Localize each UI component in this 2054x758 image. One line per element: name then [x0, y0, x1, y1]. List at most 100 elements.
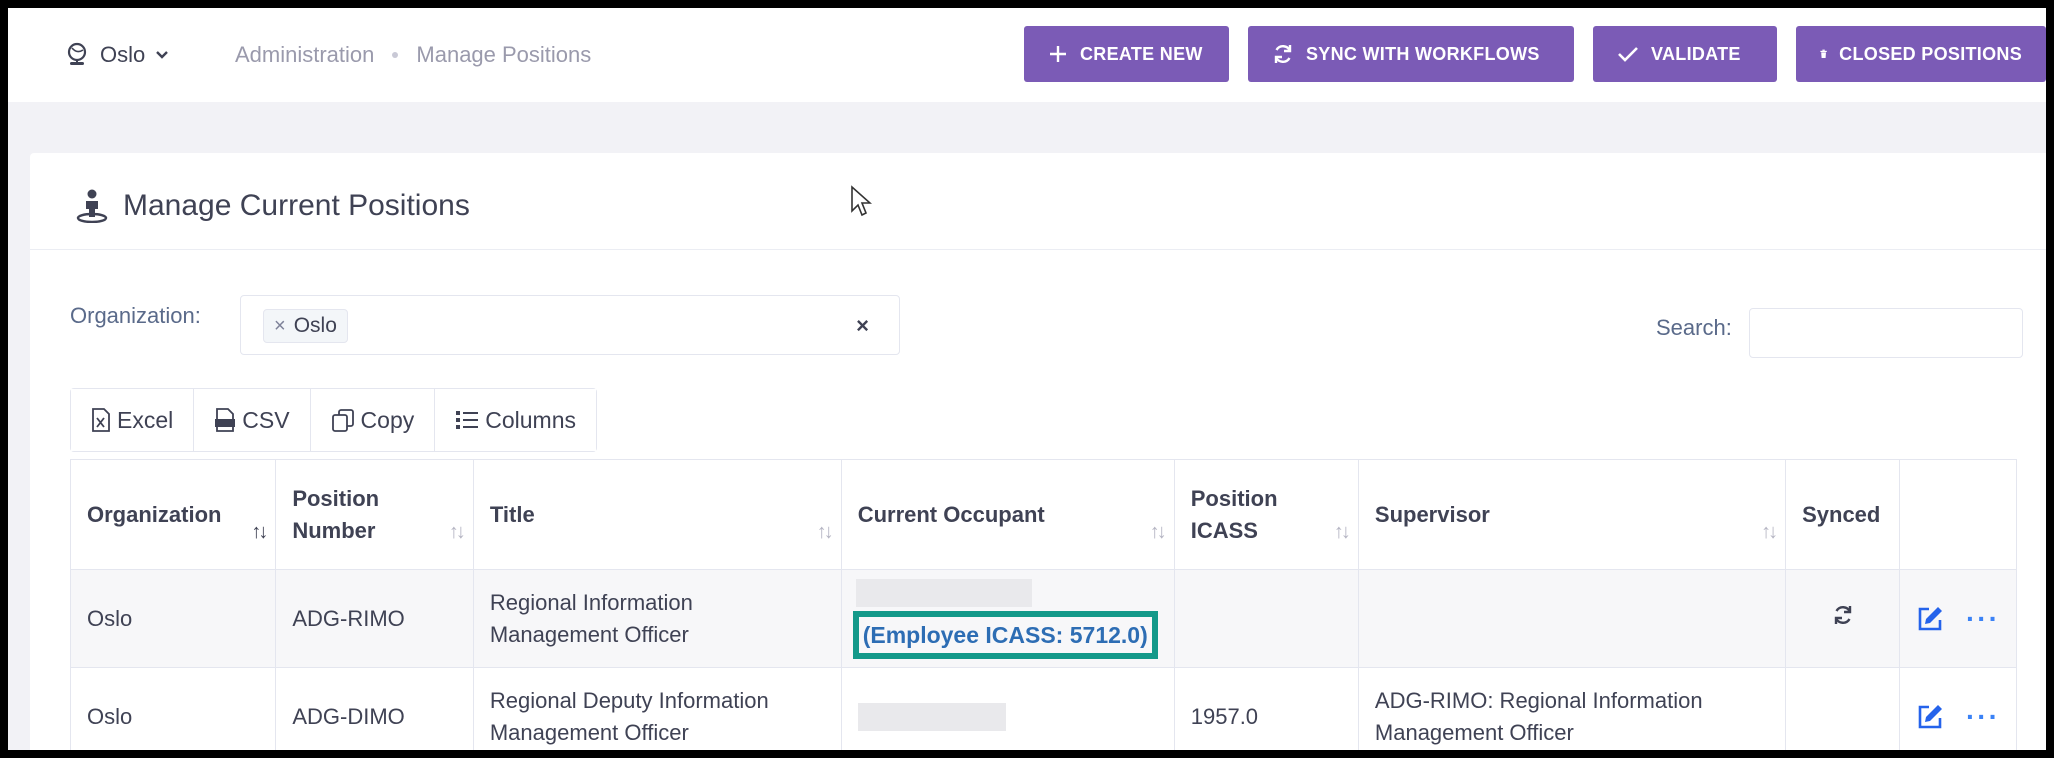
- cell-supervisor: [1357, 569, 1787, 668]
- excel-file-icon: [92, 408, 110, 432]
- copy-label: Copy: [360, 406, 415, 433]
- sort-icon: ↑↓: [448, 521, 466, 543]
- cell-title-line: Management Officer: [489, 621, 689, 647]
- cell-row-actions: ···: [1898, 667, 2018, 750]
- cell-synced: [1785, 667, 1900, 750]
- validate-label: VALIDATE: [1651, 43, 1741, 64]
- columns-label: Columns: [485, 406, 577, 433]
- column-header-position-number[interactable]: Position Number ↑↓: [275, 459, 474, 570]
- column-header-label: Position: [1190, 485, 1278, 511]
- column-header-supervisor[interactable]: Supervisor ↑↓: [1357, 459, 1787, 570]
- clear-selection-icon[interactable]: ×: [856, 313, 869, 339]
- header-actions: CREATE NEW SYNC WITH WORKFLOWS VALIDATE: [1024, 26, 2046, 82]
- app-frame: Oslo Administration Manage Positions CRE…: [8, 8, 2046, 750]
- org-switcher[interactable]: Oslo: [66, 42, 169, 68]
- table-header-row: Organization ↑↓ Position Number ↑↓ Title…: [69, 459, 2018, 570]
- trash-icon: [1820, 49, 1827, 58]
- breadcrumb-administration[interactable]: Administration: [235, 42, 374, 68]
- excel-button[interactable]: Excel: [71, 389, 195, 451]
- edit-icon[interactable]: [1916, 703, 1944, 731]
- check-icon: [1618, 47, 1638, 62]
- cell-title: Regional Information Management Officer: [472, 569, 842, 668]
- columns-button[interactable]: Columns: [435, 389, 597, 451]
- column-header-title[interactable]: Title ↑↓: [472, 459, 842, 570]
- cell-title-line: Regional Deputy Information: [489, 687, 769, 713]
- closed-positions-button[interactable]: CLOSED POSITIONS: [1796, 26, 2046, 82]
- column-header-label: Current Occupant: [857, 501, 1045, 527]
- list-icon: [456, 411, 479, 429]
- column-header-synced[interactable]: Synced: [1785, 459, 1900, 570]
- sync-icon: [1274, 45, 1292, 63]
- copy-icon: [331, 409, 354, 432]
- person-pin-icon: [76, 189, 108, 223]
- column-header-position-icass[interactable]: Position ICASS ↑↓: [1173, 459, 1359, 570]
- edit-icon[interactable]: [1916, 605, 1944, 633]
- sync-icon: [1834, 605, 1851, 624]
- csv-label: CSV: [242, 406, 290, 433]
- organization-tag-label: Oslo: [293, 314, 337, 337]
- cell-current-occupant: [840, 667, 1175, 750]
- create-new-button[interactable]: CREATE NEW: [1024, 26, 1229, 82]
- cell-title-line: Regional Information: [489, 589, 693, 615]
- sort-icon: ↑↓: [1761, 521, 1778, 543]
- cell-supervisor-line: Management Officer: [1374, 719, 1574, 745]
- cell-current-occupant: (Employee ICASS: 5712.0): [840, 569, 1175, 668]
- row-actions: ···: [1916, 702, 2000, 731]
- employee-icass-link[interactable]: (Employee ICASS: 5712.0): [852, 610, 1158, 659]
- cell-title: Regional Deputy Information Management O…: [472, 667, 842, 750]
- closed-positions-label: CLOSED POSITIONS: [1839, 43, 2022, 64]
- create-new-label: CREATE NEW: [1080, 43, 1203, 64]
- column-header-label: Title: [489, 501, 535, 527]
- cell-position-icass: [1173, 569, 1359, 668]
- organization-select[interactable]: × Oslo ×: [240, 295, 900, 355]
- sync-with-workflows-label: SYNC WITH WORKFLOWS: [1306, 43, 1540, 64]
- column-header-label: Position: [292, 485, 380, 511]
- cell-row-actions: ···: [1898, 569, 2018, 668]
- cell-position-number: ADG-DIMO: [275, 667, 474, 750]
- column-header-current-occupant[interactable]: Current Occupant ↑↓: [840, 459, 1175, 570]
- organization-tag: × Oslo: [263, 309, 348, 343]
- cell-position-icass: 1957.0: [1173, 667, 1359, 750]
- excel-label: Excel: [117, 406, 174, 433]
- table-row: Oslo ADG-RIMO Regional Information Manag…: [69, 569, 2018, 668]
- plus-icon: [1050, 46, 1066, 62]
- more-icon[interactable]: ···: [1966, 702, 2000, 730]
- globe-user-icon: [67, 42, 87, 65]
- column-header-label: ICASS: [1190, 517, 1258, 543]
- sort-icon: ↑↓: [1149, 521, 1167, 543]
- search-label: Search:: [1656, 315, 1732, 340]
- sort-icon: ↑↓: [816, 521, 834, 543]
- breadcrumb-manage-positions: Manage Positions: [416, 42, 592, 67]
- chevron-down-icon: [156, 51, 169, 59]
- positions-table: Organization ↑↓ Position Number ↑↓ Title…: [69, 459, 2018, 750]
- top-bar: Oslo Administration Manage Positions CRE…: [8, 8, 2046, 102]
- column-header-label: Organization: [87, 501, 222, 527]
- remove-tag-icon[interactable]: ×: [274, 315, 286, 338]
- more-icon[interactable]: ···: [1966, 604, 2000, 632]
- mouse-pointer-icon: [851, 185, 872, 217]
- breadcrumb-separator: [392, 52, 399, 58]
- positions-card: Manage Current Positions Organization: ×…: [30, 153, 2046, 750]
- redacted-occupant-name: [855, 578, 1032, 607]
- csv-file-icon: [215, 408, 236, 432]
- row-actions: ···: [1916, 604, 2000, 633]
- search-input[interactable]: [1749, 308, 2023, 358]
- csv-button[interactable]: CSV: [194, 389, 311, 451]
- page-title: Manage Current Positions: [123, 189, 470, 222]
- column-header-organization[interactable]: Organization ↑↓: [69, 459, 277, 570]
- cell-supervisor-line: ADG-RIMO: Regional Information: [1374, 687, 1703, 713]
- cell-organization: Oslo: [69, 667, 277, 750]
- organization-filter-label: Organization:: [70, 303, 201, 328]
- table-row: Oslo ADG-DIMO Regional Deputy Informatio…: [69, 667, 2018, 750]
- cell-supervisor: ADG-RIMO: Regional Information Managemen…: [1357, 667, 1787, 750]
- sort-icon: ↑↓: [1333, 521, 1351, 543]
- column-header-label: Supervisor: [1374, 501, 1490, 527]
- cell-synced: [1785, 569, 1900, 668]
- column-header-label: Synced: [1802, 501, 1881, 527]
- sync-with-workflows-button[interactable]: SYNC WITH WORKFLOWS: [1248, 26, 1574, 82]
- org-switcher-label: Oslo: [100, 42, 146, 67]
- validate-button[interactable]: VALIDATE: [1593, 26, 1777, 82]
- copy-button[interactable]: Copy: [310, 389, 436, 451]
- column-header-label: Number: [292, 517, 376, 543]
- cell-title-line: Management Officer: [489, 719, 689, 745]
